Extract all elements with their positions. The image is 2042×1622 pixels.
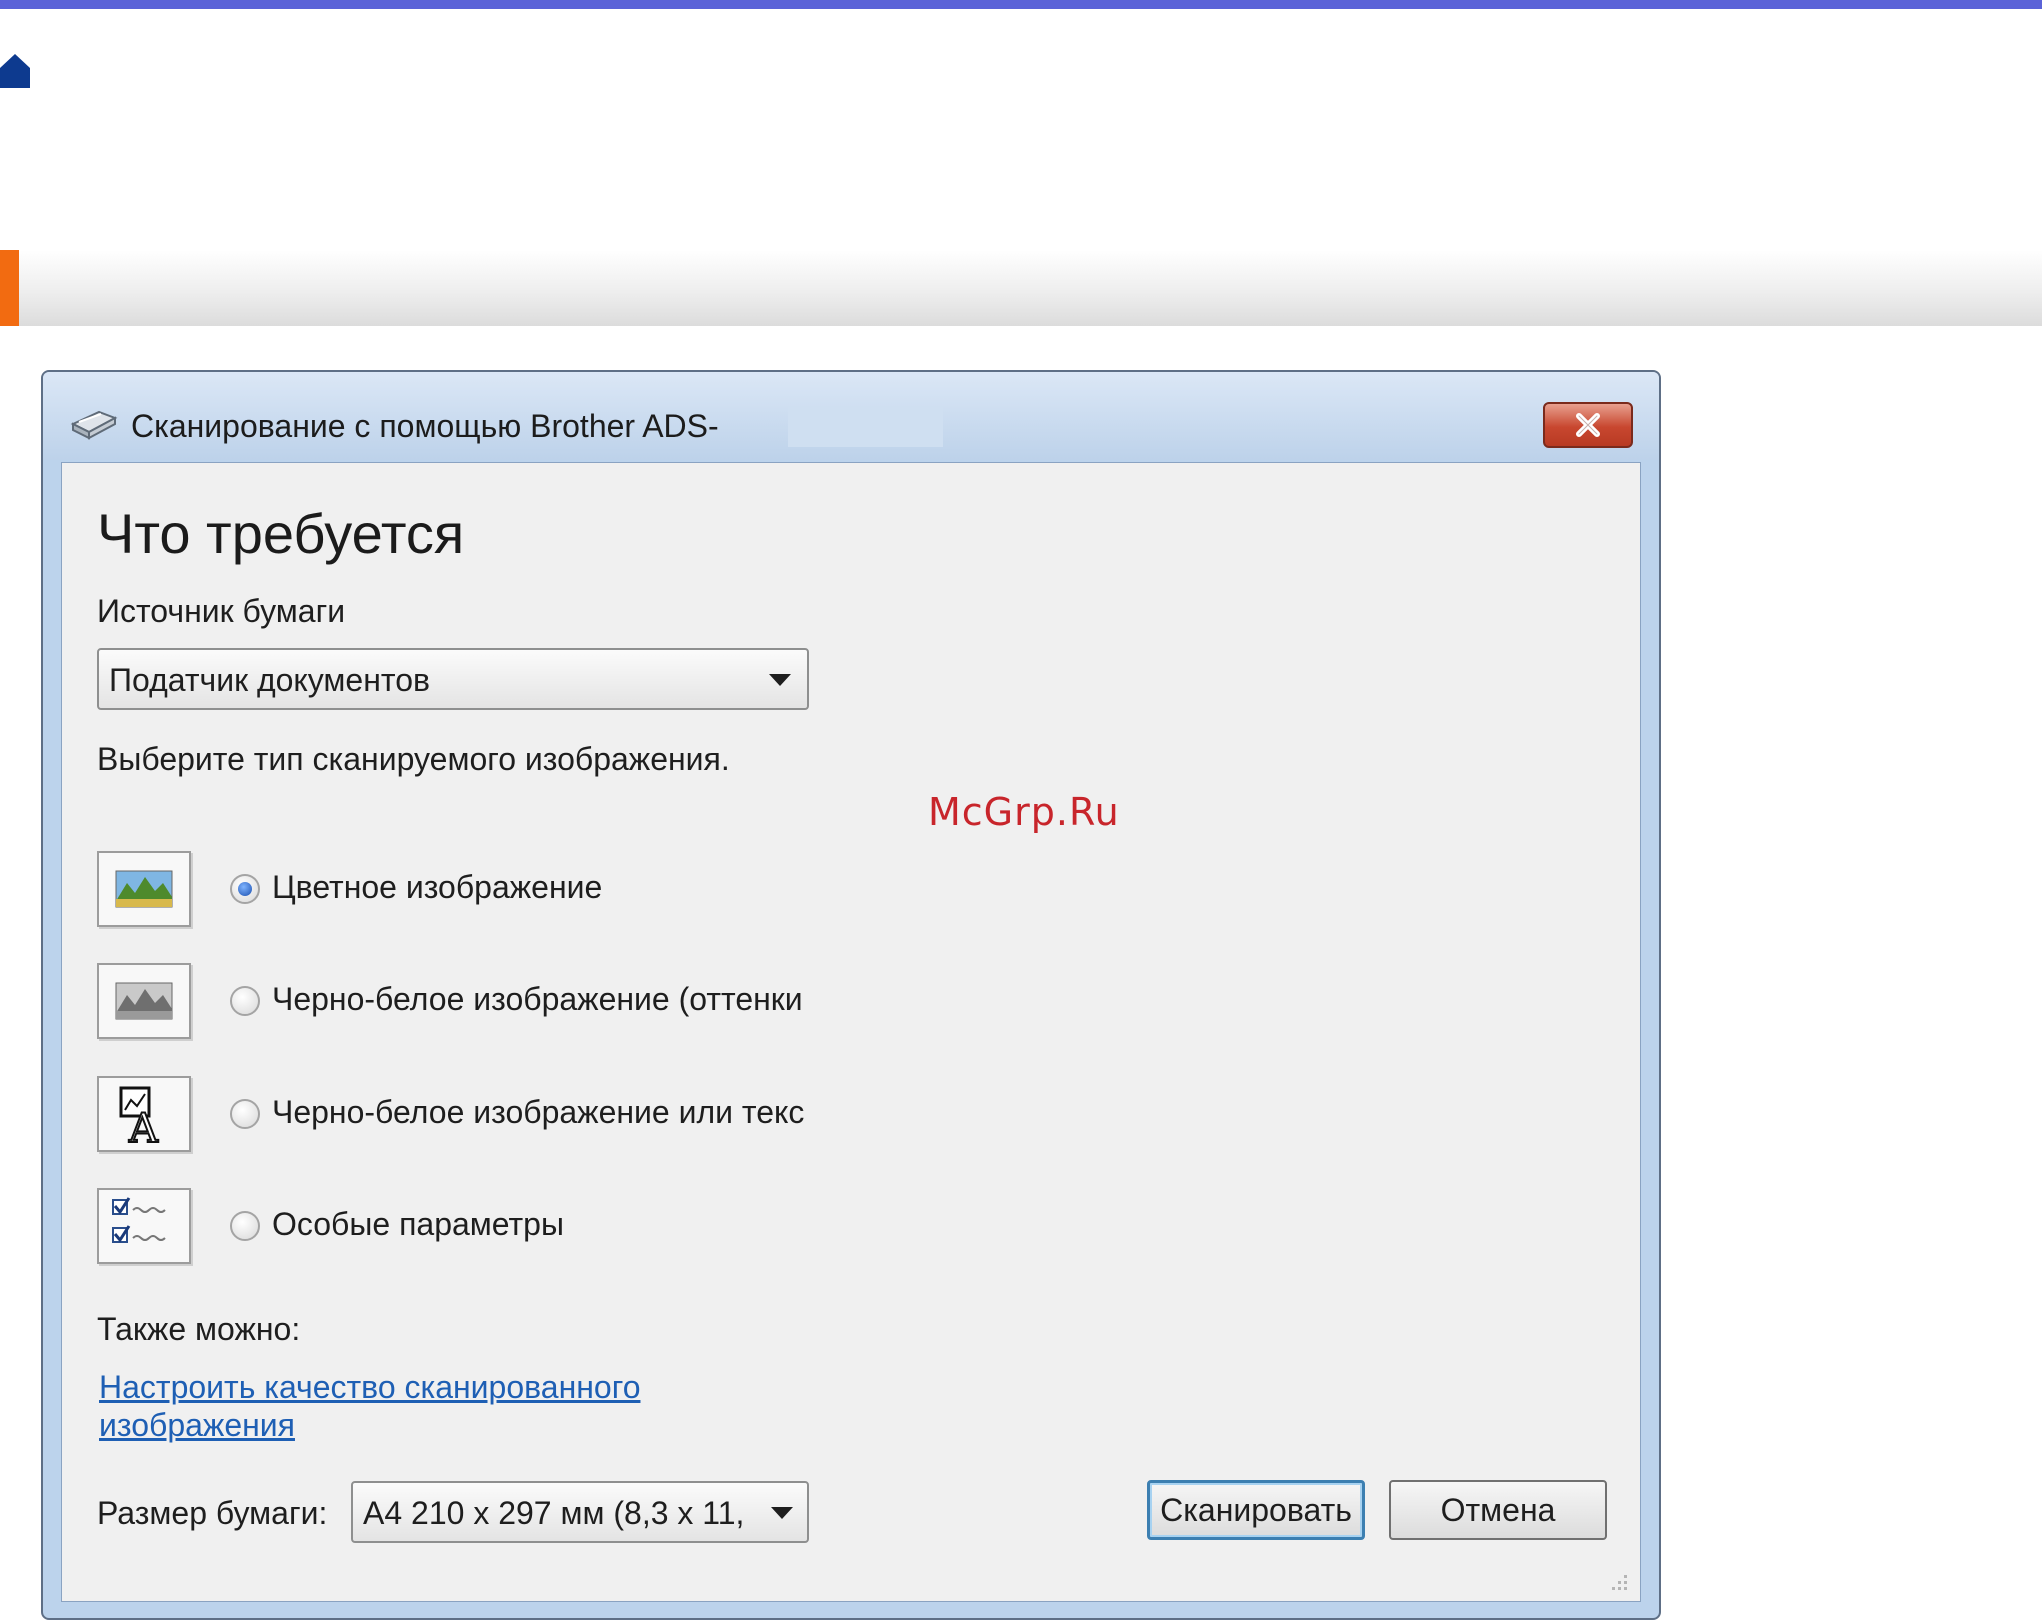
custom-settings-radio[interactable] <box>230 1211 260 1241</box>
adjust-quality-link[interactable]: Настроить качество сканированного <box>99 1369 640 1406</box>
bw-text-label[interactable]: Черно-белое изображение или текс <box>272 1094 809 1131</box>
bw-text-icon: A <box>97 1076 191 1153</box>
cancel-button[interactable]: Отмена <box>1389 1480 1607 1540</box>
paper-source-value: Податчик документов <box>109 662 430 698</box>
color-picture-label[interactable]: Цветное изображение <box>272 869 792 906</box>
grayscale-picture-icon <box>97 963 191 1039</box>
top-rule <box>0 0 2042 9</box>
svg-text:A: A <box>128 1106 159 1150</box>
adjust-quality-link-continued[interactable]: изображения <box>99 1407 295 1444</box>
section-marker <box>0 250 19 326</box>
grayscale-picture-label[interactable]: Черно-белое изображение (оттенки <box>272 981 809 1018</box>
dialog-content: Что требуется Источник бумаги Податчик д… <box>61 462 1641 1602</box>
section-header-band <box>0 250 2042 326</box>
bw-text-radio[interactable] <box>230 1099 260 1129</box>
color-picture-radio[interactable] <box>230 874 260 904</box>
resize-grip-icon[interactable] <box>1606 1569 1630 1593</box>
grayscale-picture-radio[interactable] <box>230 986 260 1016</box>
paper-size-label: Размер бумаги: <box>97 1495 328 1531</box>
color-picture-icon <box>97 851 191 927</box>
redacted-model-number <box>788 407 943 447</box>
paper-source-select[interactable]: Податчик документов <box>97 648 809 710</box>
scan-dialog: Сканирование с помощью Brother ADS- Что … <box>41 370 1661 1620</box>
dialog-titlebar[interactable]: Сканирование с помощью Brother ADS- <box>43 372 1659 460</box>
paper-size-select[interactable]: A4 210 x 297 мм (8,3 x 11, <box>351 1481 809 1543</box>
paper-size-value: A4 210 x 297 мм (8,3 x 11, <box>363 1495 745 1531</box>
also-label: Также можно: <box>97 1311 301 1347</box>
home-icon[interactable] <box>0 54 30 88</box>
close-icon <box>1576 413 1600 437</box>
chevron-down-icon <box>769 674 791 686</box>
image-type-prompt: Выберите тип сканируемого изображения. <box>97 741 730 777</box>
dialog-title: Сканирование с помощью Brother ADS- <box>131 408 719 444</box>
custom-settings-label[interactable]: Особые параметры <box>272 1206 792 1243</box>
watermark: McGrp.Ru <box>928 790 1120 834</box>
paper-source-label: Источник бумаги <box>97 593 346 629</box>
custom-settings-icon <box>97 1188 191 1264</box>
page-title: Что требуется <box>97 502 465 565</box>
scanner-icon <box>70 410 118 440</box>
chevron-down-icon <box>771 1507 793 1519</box>
close-button[interactable] <box>1543 402 1633 448</box>
scan-button[interactable]: Сканировать <box>1147 1480 1365 1540</box>
